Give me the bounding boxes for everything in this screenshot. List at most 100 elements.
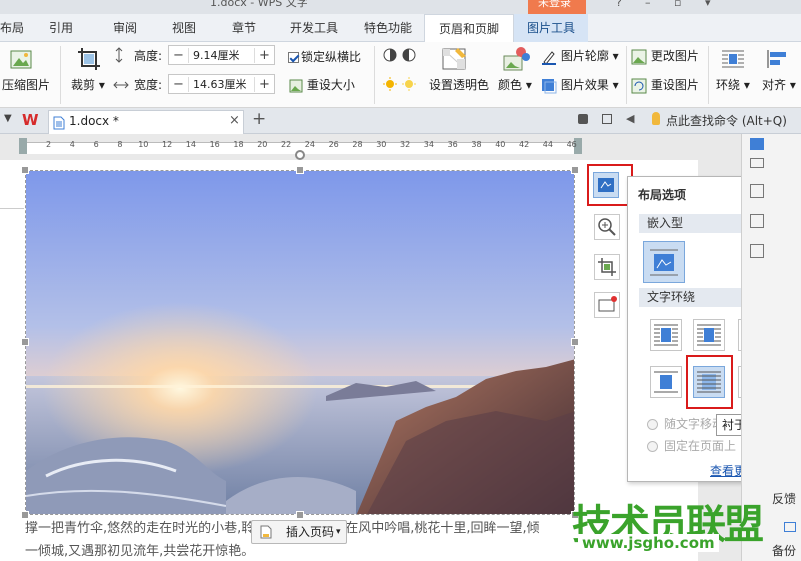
tab-picture-tools[interactable]: 图片工具 xyxy=(514,14,588,42)
selected-image[interactable] xyxy=(25,170,575,515)
tab-chapter[interactable]: 章节 xyxy=(228,14,260,42)
set-transparent-label: 设置透明色 xyxy=(429,78,490,92)
tab-scroll-icon[interactable]: ▼ xyxy=(4,113,12,124)
reset-picture-icon xyxy=(631,78,647,93)
tab-layout[interactable]: 布局 xyxy=(0,14,24,42)
height-increase-button[interactable]: + xyxy=(254,47,274,63)
command-search[interactable]: 点此查找命令 (Alt+Q) xyxy=(666,112,787,129)
ruler-indent-marker[interactable] xyxy=(19,138,27,154)
zoom-image-button[interactable] xyxy=(594,214,620,240)
crop-button[interactable] xyxy=(76,46,102,72)
reset-picture-button[interactable]: 重设图片 xyxy=(631,76,699,94)
ruler-tick-label: 16 xyxy=(209,140,220,149)
minimize-icon[interactable]: – xyxy=(645,0,651,9)
sidebar-select-icon[interactable] xyxy=(750,214,764,228)
wrap-tight-icon xyxy=(697,324,721,346)
color-button[interactable] xyxy=(502,46,530,72)
height-decrease-button[interactable]: − xyxy=(169,47,189,63)
collapse-ribbon-icon[interactable]: ◀ xyxy=(626,112,634,125)
set-transparent-button[interactable] xyxy=(440,46,470,72)
picture-border-button[interactable] xyxy=(594,292,620,318)
sidebar-shape-icon[interactable] xyxy=(750,244,764,258)
height-icon xyxy=(113,47,125,63)
radio-off-icon xyxy=(647,419,658,430)
resize-handle-l[interactable] xyxy=(21,338,29,346)
sidebar-nav-icon[interactable] xyxy=(750,158,764,168)
reset-size-button[interactable]: 重设大小 xyxy=(289,76,355,93)
picture-border-icon xyxy=(598,296,617,312)
wrap-tight-option[interactable] xyxy=(693,319,725,351)
ruler-tick-label: 22 xyxy=(281,140,292,149)
radio-off-icon xyxy=(647,441,658,452)
tab-review[interactable]: 审阅 xyxy=(109,14,141,42)
resize-handle-r[interactable] xyxy=(571,338,579,346)
align-button[interactable] xyxy=(766,47,790,71)
highlight-box-behind-text xyxy=(686,355,733,409)
help-icon[interactable]: ? xyxy=(616,0,622,9)
fix-on-page-radio[interactable]: 固定在页面上 xyxy=(647,437,736,454)
feedback-button[interactable]: 反馈 xyxy=(772,490,796,507)
move-with-text-radio[interactable]: 随文字移动 xyxy=(647,415,724,432)
picture-outline-button[interactable]: 图片轮廓 ▾ xyxy=(541,47,619,65)
wps-logo-icon: W xyxy=(22,111,39,129)
close-tab-icon[interactable]: × xyxy=(229,113,240,128)
sidebar-style-icon[interactable] xyxy=(750,184,764,198)
color-dropdown[interactable]: 颜色 ▾ xyxy=(498,76,532,93)
height-stepper[interactable]: − 9.14厘米 + xyxy=(168,45,275,65)
brightness-button[interactable] xyxy=(382,76,418,92)
ruler-tick-label: 24 xyxy=(304,140,315,149)
wrap-top-bottom-option[interactable] xyxy=(650,366,682,398)
insert-page-number-button[interactable]: 插入页码 ▾ xyxy=(251,520,347,544)
document-tab[interactable]: 1.docx * × xyxy=(48,110,244,134)
align-dropdown[interactable]: 对齐 ▾ xyxy=(762,76,796,93)
ruler-tick-label: 30 xyxy=(376,140,387,149)
checkbox-checked-icon xyxy=(288,52,299,63)
new-tab-icon[interactable]: + xyxy=(252,109,266,129)
ruler-tick-label: 34 xyxy=(423,140,434,149)
crop-float-button[interactable] xyxy=(594,254,620,280)
lock-ratio-checkbox[interactable]: 锁定纵横比 xyxy=(288,48,361,65)
resize-handle-tl[interactable] xyxy=(21,166,29,174)
backup-button[interactable]: 备份 xyxy=(772,542,796,559)
width-decrease-button[interactable]: − xyxy=(169,76,189,92)
width-field[interactable]: 14.63厘米 xyxy=(189,76,254,92)
resize-handle-t[interactable] xyxy=(296,166,304,174)
crop-label[interactable]: 裁剪 ▾ xyxy=(71,76,105,93)
more-icon[interactable]: ▾ xyxy=(705,0,711,9)
landscape-photo xyxy=(26,171,574,514)
backup-icon[interactable] xyxy=(784,522,796,532)
tab-view[interactable]: 视图 xyxy=(168,14,200,42)
window-tile-icon[interactable] xyxy=(602,114,612,124)
height-field[interactable]: 9.14厘米 xyxy=(189,47,254,63)
width-label: 宽度: xyxy=(134,78,163,92)
ruler-tick-label: 18 xyxy=(233,140,244,149)
tab-references[interactable]: 引用 xyxy=(45,14,77,42)
sidebar-panel-icon[interactable] xyxy=(750,138,764,150)
tab-special[interactable]: 特色功能 xyxy=(358,14,418,42)
resize-handle-tr[interactable] xyxy=(571,166,579,174)
wrap-dropdown[interactable]: 环绕 ▾ xyxy=(716,76,750,93)
rotate-handle[interactable] xyxy=(295,150,305,160)
compress-picture-button[interactable] xyxy=(8,48,34,72)
login-button[interactable]: 未登录 xyxy=(528,0,586,14)
height-label: 高度: xyxy=(134,49,163,63)
title-bar: 1.docx - WPS 文字 未登录 ? – ▫ ▾ xyxy=(0,0,801,14)
wrap-inline-option[interactable] xyxy=(643,241,685,283)
wrap-top-bottom-icon xyxy=(654,371,678,393)
width-icon xyxy=(113,77,129,91)
contrast-button[interactable] xyxy=(382,47,418,63)
restore-icon[interactable]: ▫ xyxy=(674,0,681,9)
width-increase-button[interactable]: + xyxy=(254,76,274,92)
tab-header-footer[interactable]: 页眉和页脚 xyxy=(424,14,514,43)
width-stepper[interactable]: − 14.63厘米 + xyxy=(168,74,275,94)
lightbulb-icon xyxy=(652,112,660,125)
wrap-square-option[interactable] xyxy=(650,319,682,351)
watermark-url: www.jsgho.com xyxy=(578,534,719,552)
ruler-tick-label: 10 xyxy=(138,140,149,149)
picture-effect-button[interactable]: 图片效果 ▾ xyxy=(541,76,619,94)
wrap-button[interactable] xyxy=(720,47,746,71)
tab-developer[interactable]: 开发工具 xyxy=(284,14,344,42)
color-picture-icon xyxy=(503,47,530,71)
change-picture-button[interactable]: 更改图片 xyxy=(631,47,699,65)
doc-status-icon[interactable] xyxy=(578,114,588,124)
